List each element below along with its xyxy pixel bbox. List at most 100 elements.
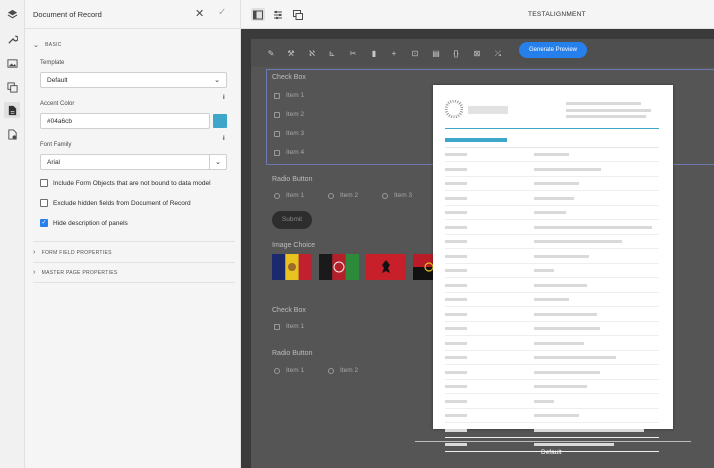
row-label-placeholder: [445, 385, 467, 388]
row-label-placeholder: [445, 399, 467, 403]
radio-option[interactable]: Item 1: [274, 192, 304, 199]
row-label-placeholder: [445, 298, 467, 301]
checkbox-option[interactable]: Item 1: [274, 92, 304, 99]
close-icon[interactable]: ✕: [195, 7, 204, 20]
panel-icon[interactable]: ▤: [431, 49, 441, 59]
font-family-select[interactable]: Arial ⌄: [40, 154, 227, 170]
row-divider: [445, 161, 659, 162]
generate-preview-button[interactable]: Generate Preview: [519, 42, 587, 58]
row-divider: [445, 219, 659, 220]
row-value-placeholder: [534, 428, 644, 432]
row-value-placeholder: [534, 153, 569, 156]
radio-option[interactable]: Item 2: [328, 367, 358, 374]
row-divider: [445, 147, 659, 148]
sidebar-toggle-icon[interactable]: [251, 8, 265, 21]
row-label-placeholder: [445, 254, 467, 258]
rule-icon[interactable]: {}: [451, 49, 461, 59]
radio-option-label: Item 2: [340, 192, 359, 199]
checkbox-option[interactable]: Item 4: [274, 149, 304, 156]
add-icon[interactable]: +: [389, 49, 399, 59]
layers-icon[interactable]: [4, 6, 20, 22]
row-divider: [445, 393, 659, 394]
master-page-section-header[interactable]: › MASTER PAGE PROPERTIES: [33, 269, 235, 276]
panel-title: Document of Record: [33, 10, 102, 19]
row-divider: [445, 320, 659, 322]
row-label-placeholder: [445, 211, 467, 214]
row-value-placeholder: [534, 341, 584, 345]
radio-circle: [328, 192, 334, 199]
left-rail: [0, 0, 25, 468]
style-icon[interactable]: ℵ: [307, 49, 317, 59]
replace-icon[interactable]: ⊡: [410, 49, 420, 59]
info-icon[interactable]: i: [223, 136, 225, 142]
hide-description-checkbox[interactable]: ✓: [40, 219, 48, 227]
row-divider: [445, 190, 659, 191]
checkbox-option[interactable]: Item 3: [274, 130, 304, 137]
radio-circle: [274, 367, 280, 374]
cut-icon[interactable]: ✂: [348, 49, 358, 59]
row-label-placeholder: [445, 327, 467, 330]
checkbox-square: [274, 130, 280, 137]
row-value-placeholder: [534, 254, 589, 258]
radio-option[interactable]: Item 3: [382, 192, 412, 199]
hide-description-row[interactable]: ✓ Hide description of panels: [40, 219, 128, 227]
row-value-placeholder: [534, 385, 587, 388]
checkbox-option[interactable]: Item 2: [274, 111, 304, 118]
master-page-section-label: MASTER PAGE PROPERTIES: [41, 269, 118, 276]
template-select[interactable]: Default ⌄: [40, 72, 227, 88]
header-placeholder: [566, 102, 641, 105]
layout-icon[interactable]: ⊾: [327, 49, 337, 59]
wrench-icon[interactable]: [4, 31, 20, 47]
checkbox-square: [274, 92, 280, 99]
font-family-label: Font Family: [40, 142, 72, 148]
flag-image[interactable]: [272, 254, 312, 280]
accent-color-swatch[interactable]: [213, 114, 227, 128]
checkbox-option-label: Item 1: [286, 323, 305, 330]
row-divider: [445, 262, 659, 264]
submit-button[interactable]: Submit: [272, 211, 312, 229]
row-value-placeholder: [534, 443, 614, 446]
accent-color-label: Accent Color: [40, 101, 75, 107]
fragment-icon[interactable]: ⊠: [472, 49, 482, 59]
chevron-down-icon[interactable]: ⌄: [209, 154, 227, 170]
row-divider: [445, 364, 659, 365]
checkmark-icon[interactable]: ✓: [218, 7, 226, 18]
edit-pencil-icon[interactable]: ✎: [266, 49, 276, 59]
basic-section-header[interactable]: ⌄ BASIC: [33, 41, 235, 49]
radio-circle: [274, 192, 280, 199]
accent-color-input[interactable]: #04a6cb: [40, 113, 210, 129]
convert-icon[interactable]: ⤯: [493, 49, 503, 59]
exclude-hidden-checkbox[interactable]: [40, 199, 48, 207]
row-value-placeholder: [534, 269, 554, 272]
flag-image[interactable]: [366, 254, 406, 280]
row-label-placeholder: [445, 240, 467, 243]
row-divider: [445, 277, 659, 278]
row-label-placeholder: [445, 225, 467, 229]
form-field-section-header[interactable]: › FORM FIELD PROPERTIES: [33, 249, 235, 256]
include-unbound-row[interactable]: Include Form Objects that are not bound …: [40, 179, 211, 187]
checkbox-option[interactable]: Item 1: [274, 323, 304, 330]
preview-icon[interactable]: [291, 8, 305, 21]
exclude-hidden-row[interactable]: Exclude hidden fields from Document of R…: [40, 199, 191, 207]
delete-icon[interactable]: ▮: [369, 49, 379, 59]
flag-image[interactable]: [319, 254, 359, 280]
copy-icon[interactable]: [4, 79, 20, 95]
divider: [33, 262, 235, 263]
radio-option[interactable]: Item 2: [328, 192, 358, 199]
wrench-icon[interactable]: ⚒: [286, 49, 296, 59]
document-settings-icon[interactable]: [4, 126, 20, 142]
exclude-hidden-label: Exclude hidden fields from Document of R…: [53, 199, 191, 207]
row-divider: [445, 248, 659, 249]
sliders-icon[interactable]: [271, 8, 285, 21]
info-icon[interactable]: i: [223, 95, 225, 101]
panel-header: Document of Record ✕ ✓: [25, 0, 241, 29]
checkbox2-title: Check Box: [272, 307, 306, 314]
image-icon[interactable]: [4, 55, 20, 71]
row-divider: [445, 436, 659, 438]
include-unbound-checkbox[interactable]: [40, 179, 48, 187]
radio-option[interactable]: Item 1: [274, 367, 304, 374]
flag-image[interactable]: [413, 254, 434, 280]
form-field-section-label: FORM FIELD PROPERTIES: [41, 249, 112, 256]
checkbox-option-label: Item 4: [286, 149, 305, 156]
document-icon[interactable]: [4, 102, 20, 118]
